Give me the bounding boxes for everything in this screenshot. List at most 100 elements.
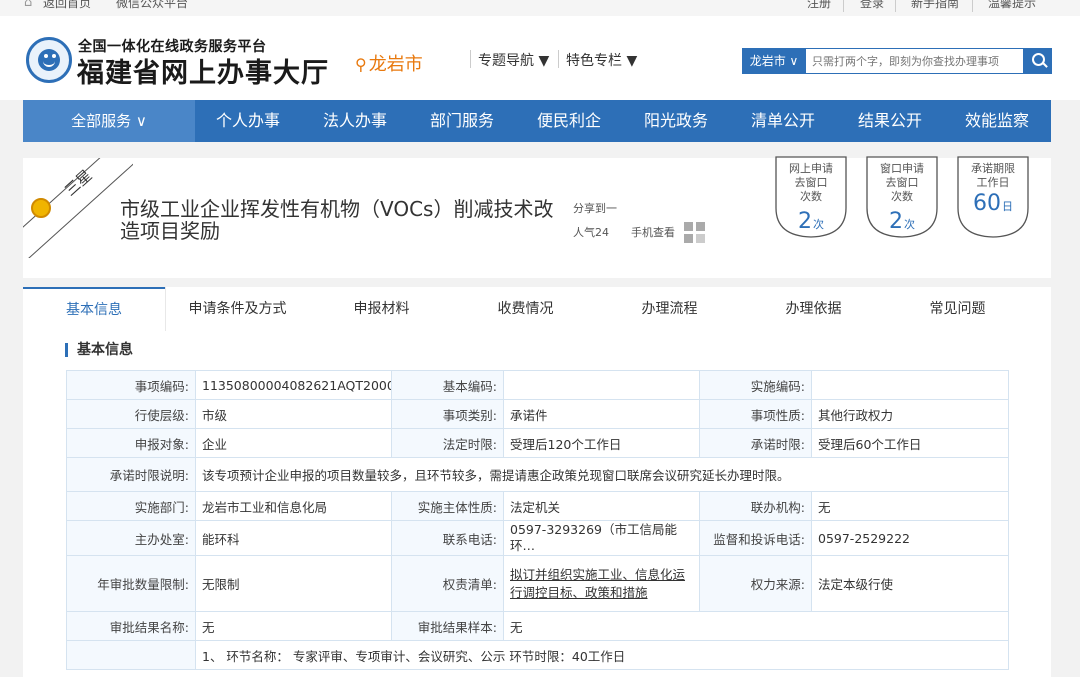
featured-nav-dropdown[interactable]: 特色专栏 ▼ <box>566 50 637 70</box>
value-joint-agency: 无 <box>811 491 1009 521</box>
online-visits-value: 2次 <box>798 209 824 234</box>
nav-efficiency-supervision[interactable]: 效能监察 <box>965 100 1029 142</box>
value-promised-limit: 受理后60个工作日 <box>811 428 1009 458</box>
label-level: 行使层级: <box>66 399 196 429</box>
label-category: 事项类别: <box>391 399 504 429</box>
label-joint-agency: 联办机构: <box>699 491 812 521</box>
label-result-sample: 审批结果样本: <box>391 611 504 641</box>
value-office: 能环科 <box>195 520 392 556</box>
search-button[interactable] <box>1024 48 1052 74</box>
share-link[interactable]: 分享到一 <box>573 200 617 216</box>
table-row: 1、 环节名称： 专家评审、专项审计、会议研究、公示 环节时限：40工作日 <box>66 640 1009 670</box>
table-row: 实施部门: 龙岩市工业和信息化局 实施主体性质: 法定机关 联办机构: 无 <box>66 491 1009 521</box>
divider <box>558 50 559 68</box>
tab-process[interactable]: 办理流程 <box>598 287 741 331</box>
value-legal-limit: 受理后120个工作日 <box>503 428 700 458</box>
label-result-name: 审批结果名称: <box>66 611 196 641</box>
nav-department[interactable]: 部门服务 <box>430 100 494 142</box>
item-summary-card: 三星 市级工业企业挥发性有机物（VOCs）削减技术改造项目奖励 分享到一 人气2… <box>23 156 1051 278</box>
login-link[interactable]: 登录 <box>860 0 884 11</box>
back-home-link[interactable]: 返回首页 <box>43 0 91 11</box>
site-header: 全国一体化在线政务服务平台 福建省网上办事大厅 ⚲ 龙岩市 专题导航 ▼ 特色专栏… <box>0 16 1080 100</box>
label-nature: 事项性质: <box>699 399 812 429</box>
topics-nav-dropdown[interactable]: 专题导航 ▼ <box>478 50 549 70</box>
table-row: 审批结果名称: 无 审批结果样本: 无 <box>66 611 1009 641</box>
table-row: 申报对象: 企业 法定时限: 受理后120个工作日 承诺时限: 受理后60个工作… <box>66 428 1009 458</box>
label-impl-code: 实施编码: <box>699 370 812 400</box>
nav-result-disclosure[interactable]: 结果公开 <box>858 100 922 142</box>
promised-deadline-stat: 承诺期限 工作日 60日 <box>957 156 1029 238</box>
power-list-link[interactable]: 拟订并组织实施工业、信息化运行调控目标、政策和措施 <box>503 555 700 612</box>
nav-convenience[interactable]: 便民利企 <box>537 100 601 142</box>
value-impl-code <box>811 370 1009 400</box>
all-services-menu[interactable]: 全部服务 ∨ <box>23 100 195 142</box>
nav-list-disclosure[interactable]: 清单公开 <box>751 100 815 142</box>
value-result-sample: 无 <box>503 611 1009 641</box>
table-row: 承诺时限说明: 该专项预计企业申报的项目数量较多，且环节较多，需提请惠企政策兑现… <box>66 457 1009 492</box>
nav-sunshine-affairs[interactable]: 阳光政务 <box>644 100 708 142</box>
value-limit-note: 该专项预计企业申报的项目数量较多，且环节较多，需提请惠企政策兑现窗口联席会议研究… <box>195 457 1009 492</box>
value-basic-code <box>503 370 700 400</box>
top-utility-bar: ⌂ 返回首页 微信公众平台 注册 登录 新手指南 温馨提示 <box>0 0 1080 17</box>
label-office: 主办处室: <box>66 520 196 556</box>
label-limit-note: 承诺时限说明: <box>66 457 196 492</box>
window-visits-value: 2次 <box>889 209 915 234</box>
value-result-name: 无 <box>195 611 392 641</box>
popularity-count: 人气24 <box>573 226 609 239</box>
tab-faq[interactable]: 常见问题 <box>886 287 1029 331</box>
city-name: 龙岩市 <box>368 54 423 75</box>
label-entity-nature: 实施主体性质: <box>391 491 504 521</box>
divider <box>470 50 471 68</box>
label-department: 实施部门: <box>66 491 196 521</box>
table-row: 事项编码: 11350800004082621AQT200014 基本编码: 实… <box>66 370 1009 400</box>
label-item-code: 事项编码: <box>66 370 196 400</box>
register-link[interactable]: 注册 <box>807 0 831 11</box>
label-legal-limit: 法定时限: <box>391 428 504 458</box>
qr-code-icon[interactable] <box>684 222 706 244</box>
search-city-select[interactable]: 龙岩市 ∨ <box>742 48 806 74</box>
tab-fees[interactable]: 收费情况 <box>454 287 597 331</box>
guide-link[interactable]: 新手指南 <box>911 0 959 11</box>
online-visits-stat: 网上申请 去窗口 次数 2次 <box>775 156 847 238</box>
process-step-1: 1、 环节名称： 专家评审、专项审计、会议研究、公示 环节时限：40工作日 <box>195 640 1009 670</box>
nav-personal[interactable]: 个人办事 <box>216 100 280 142</box>
mobile-view-link[interactable]: 手机查看 <box>631 224 675 240</box>
label-annual-limit: 年审批数量限制: <box>66 555 196 612</box>
basic-info-panel: 基本信息 事项编码: 11350800004082621AQT200014 基本… <box>23 331 1051 677</box>
basic-info-table: 事项编码: 11350800004082621AQT200014 基本编码: 实… <box>66 370 1009 670</box>
value-nature: 其他行政权力 <box>811 399 1009 429</box>
value-power-source: 法定本级行使 <box>811 555 1009 612</box>
tab-basic-info[interactable]: 基本信息 <box>23 287 165 331</box>
tab-materials[interactable]: 申报材料 <box>310 287 453 331</box>
promised-deadline-value: 60日 <box>973 191 1013 216</box>
label-phone: 联系电话: <box>391 520 504 556</box>
city-switcher[interactable]: ⚲ 龙岩市 <box>355 50 423 76</box>
section-title: 基本信息 <box>65 343 133 357</box>
divider <box>895 0 896 12</box>
location-pin-icon: ⚲ <box>355 55 367 74</box>
divider <box>843 0 844 12</box>
value-entity-nature: 法定机关 <box>503 491 700 521</box>
value-applicant: 企业 <box>195 428 392 458</box>
label-promised-limit: 承诺时限: <box>699 428 812 458</box>
tab-legal-basis[interactable]: 办理依据 <box>742 287 885 331</box>
value-level: 市级 <box>195 399 392 429</box>
site-name[interactable]: 福建省网上办事大厅 <box>77 51 329 90</box>
item-title: 市级工业企业挥发性有机物（VOCs）削减技术改造项目奖励 <box>120 197 554 243</box>
tab-conditions[interactable]: 申请条件及方式 <box>166 287 309 331</box>
divider <box>972 0 973 12</box>
table-row: 主办处室: 能环科 联系电话: 0597-3293269（市工信局能环… 监督和… <box>66 520 1009 556</box>
search-input[interactable] <box>806 48 1024 74</box>
value-category: 承诺件 <box>503 399 700 429</box>
tips-link[interactable]: 温馨提示 <box>988 0 1036 11</box>
value-department: 龙岩市工业和信息化局 <box>195 491 392 521</box>
value-phone[interactable]: 0597-3293269（市工信局能环… <box>503 520 700 556</box>
wechat-link[interactable]: 微信公众平台 <box>116 0 188 11</box>
nav-legal-entity[interactable]: 法人办事 <box>323 100 387 142</box>
label-power-list: 权责清单: <box>391 555 504 612</box>
value-item-code: 11350800004082621AQT200014 <box>195 370 392 400</box>
table-row: 年审批数量限制: 无限制 权责清单: 拟订并组织实施工业、信息化运行调控目标、政… <box>66 555 1009 612</box>
detail-tabs: 基本信息 申请条件及方式 申报材料 收费情况 办理流程 办理依据 常见问题 <box>23 287 1051 332</box>
site-logo[interactable] <box>26 37 72 83</box>
label-basic-code: 基本编码: <box>391 370 504 400</box>
